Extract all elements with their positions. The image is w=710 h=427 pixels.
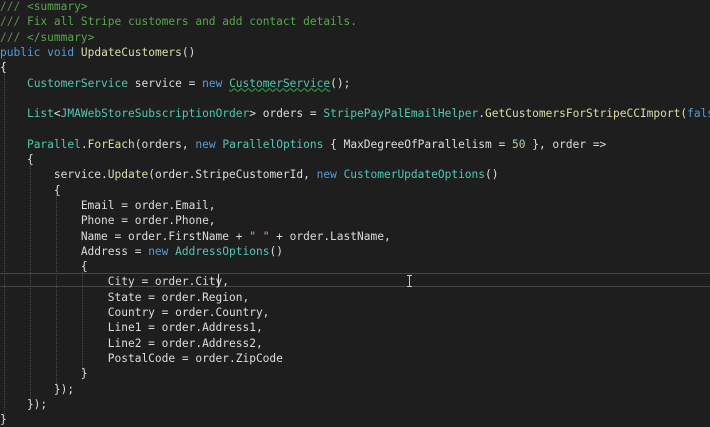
code-token: UpdateCustomers: [80, 45, 182, 59]
code-token: <summary>: [26, 0, 88, 13]
code-token: { MaxDegreeOfParallelism =: [323, 137, 512, 151]
code-token: ParallelOptions: [222, 137, 324, 151]
code-token: " ": [249, 229, 270, 243]
code-token: (order.StripeCustomerId,: [148, 168, 317, 182]
code-line[interactable]: /// <summary>: [0, 0, 88, 14]
code-token: <: [53, 107, 61, 121]
code-line[interactable]: Email = order.Email,: [0, 198, 216, 213]
i-beam-cursor-icon: [406, 275, 414, 287]
code-line[interactable]: {: [0, 152, 34, 167]
code-token: ();: [330, 76, 351, 90]
code-token: Update: [107, 168, 149, 182]
code-line[interactable]: {: [0, 183, 61, 198]
code-token: Country = order.Country,: [0, 306, 270, 319]
code-token: void: [47, 45, 75, 59]
code-token: Name = order.FirstName +: [0, 229, 250, 243]
code-token: service.: [0, 168, 108, 182]
code-line[interactable]: Address = new AddressOptions(): [0, 244, 283, 259]
code-line[interactable]: {: [0, 259, 88, 274]
code-line[interactable]: });: [0, 397, 47, 412]
code-token: 50: [511, 137, 526, 151]
code-token: + order.LastName,: [269, 229, 391, 243]
code-token: ///: [0, 15, 27, 29]
code-token: CustomerService: [26, 76, 128, 90]
code-token: .: [478, 107, 486, 121]
code-token: public: [0, 45, 41, 59]
code-line[interactable]: PostalCode = order.ZipCode: [0, 351, 283, 366]
code-token: }: [0, 413, 7, 427]
code-token: (): [269, 244, 283, 258]
code-token: false: [687, 107, 710, 121]
code-token: }, order =>: [525, 137, 607, 151]
code-line[interactable]: City = order.City,: [0, 274, 229, 289]
code-line[interactable]: });: [0, 382, 74, 397]
code-token: {: [0, 260, 88, 274]
code-token: Line1 = order.Address1,: [0, 321, 263, 335]
code-token: StripePayPalEmailHelper: [323, 107, 479, 121]
code-token: City = order.City,: [0, 275, 230, 289]
code-line[interactable]: Parallel.ForEach(orders, new ParallelOpt…: [0, 137, 606, 152]
code-line[interactable]: service.Update(order.StripeCustomerId, n…: [0, 167, 499, 182]
code-token: {: [0, 183, 61, 197]
code-token: {: [0, 153, 34, 166]
code-token: </summary>: [26, 30, 95, 44]
code-token: {: [0, 61, 7, 75]
code-token: Line2 = order.Address2,: [0, 336, 263, 350]
code-token: .: [80, 137, 88, 151]
code-token: (orders,: [134, 137, 196, 151]
code-token: });: [0, 382, 75, 396]
code-token: (): [181, 45, 196, 59]
code-token: }: [0, 367, 88, 381]
code-token: GetCustomersForStripeCCImport: [485, 107, 681, 121]
code-line[interactable]: {: [0, 60, 7, 75]
code-token: new: [316, 168, 337, 182]
code-token: PostalCode = order.ZipCode: [0, 351, 283, 365]
code-token: new: [202, 76, 223, 90]
code-token: Fix all Stripe customers and add contact…: [26, 15, 357, 29]
code-token: ///: [0, 0, 27, 13]
code-line[interactable]: Phone = order.Phone,: [0, 213, 216, 228]
code-token: Phone = order.Phone,: [0, 214, 216, 228]
code-token: AddressOptions: [175, 244, 270, 258]
code-token: Email = order.Email,: [0, 198, 216, 212]
code-token: Parallel: [26, 137, 81, 151]
text-caret: [218, 274, 219, 287]
code-line[interactable]: }: [0, 366, 88, 381]
code-token: CustomerUpdateOptions: [343, 168, 486, 182]
code-line[interactable]: public void UpdateCustomers(): [0, 45, 195, 60]
code-token: ///: [0, 30, 27, 44]
code-line[interactable]: /// </summary>: [0, 30, 94, 45]
code-line[interactable]: Name = order.FirstName + " " + order.Las…: [0, 229, 391, 244]
code-line[interactable]: Line1 = order.Address1,: [0, 320, 263, 335]
code-token: service =: [128, 76, 203, 90]
code-line[interactable]: State = order.Region,: [0, 290, 249, 305]
code-token: State = order.Region,: [0, 290, 250, 304]
code-token: new: [195, 137, 216, 151]
code-line[interactable]: Line2 = order.Address2,: [0, 336, 263, 351]
code-token: > orders =: [249, 107, 324, 121]
code-line[interactable]: List<JMAWebStoreSubscriptionOrder> order…: [0, 106, 710, 121]
code-token: ForEach: [87, 137, 135, 151]
code-line[interactable]: Country = order.Country,: [0, 305, 270, 320]
code-token: List: [26, 107, 54, 121]
code-editor[interactable]: /// <summary>/// Fix all Stripe customer…: [0, 0, 710, 427]
code-token: CustomerService: [229, 76, 331, 90]
code-token: JMAWebStoreSubscriptionOrder: [60, 107, 250, 121]
code-line[interactable]: CustomerService service = new CustomerSe…: [0, 76, 350, 91]
code-token: new: [148, 244, 169, 258]
code-token: });: [0, 397, 48, 411]
code-token: Address =: [0, 244, 149, 258]
code-line[interactable]: /// Fix all Stripe customers and add con…: [0, 14, 357, 29]
code-token: (): [485, 168, 499, 182]
